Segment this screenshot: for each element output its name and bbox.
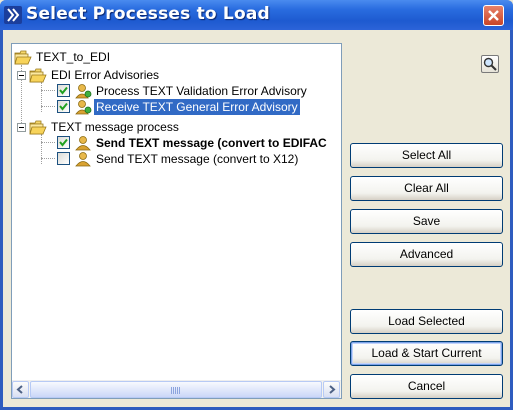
tree-root[interactable]: TEXT_to_EDI — [14, 49, 112, 65]
clear-all-button[interactable]: Clear All — [350, 176, 503, 201]
process-person-icon — [75, 152, 91, 167]
chevron-left-icon — [16, 385, 23, 394]
tree-connector — [41, 134, 42, 164]
load-start-current-button[interactable]: Load & Start Current — [350, 341, 503, 366]
select-all-button[interactable]: Select All — [350, 143, 503, 168]
magnifier-icon — [483, 57, 497, 71]
process-checkbox[interactable] — [57, 136, 70, 149]
checkmark-icon — [59, 86, 68, 95]
scroll-right-button[interactable] — [323, 381, 340, 398]
tree-connector — [41, 142, 55, 143]
tree-connector — [41, 106, 55, 107]
process-checkbox[interactable] — [57, 152, 70, 165]
process-person-icon — [75, 136, 91, 151]
tree-connector — [41, 90, 55, 91]
folder-open-icon — [29, 68, 47, 82]
process-label: Send TEXT message (convert to X12) — [96, 152, 299, 166]
select-processes-dialog: Select Processes to Load TEXT_to_EDI EDI… — [0, 0, 513, 410]
tree-connector — [41, 82, 42, 112]
horizontal-scrollbar[interactable] — [12, 380, 341, 398]
process-label: Send TEXT message (convert to EDIFAC — [96, 136, 327, 150]
save-button[interactable]: Save — [350, 209, 503, 234]
tree-item-send-text-edifact[interactable]: Send TEXT message (convert to EDIFAC — [74, 135, 329, 151]
load-selected-button[interactable]: Load Selected — [350, 309, 503, 334]
process-checkbox[interactable] — [57, 84, 70, 97]
tree-group-label: TEXT message process — [51, 120, 179, 134]
close-button[interactable] — [483, 5, 504, 26]
scroll-thumb[interactable] — [30, 381, 322, 398]
collapse-toggle[interactable] — [17, 71, 26, 80]
advanced-button[interactable]: Advanced — [350, 242, 503, 267]
tree-item-send-text-x12[interactable]: Send TEXT message (convert to X12) — [74, 151, 300, 167]
process-tree[interactable]: TEXT_to_EDI EDI Error Advisories Process… — [11, 43, 342, 399]
tree-connector — [41, 158, 55, 159]
folder-open-icon — [14, 50, 32, 64]
checkmark-icon — [59, 102, 68, 111]
folder-open-icon — [29, 120, 47, 134]
tree-group-edi-error-advisories[interactable]: EDI Error Advisories — [29, 67, 161, 83]
process-gear-icon — [75, 100, 92, 115]
tree-root-label: TEXT_to_EDI — [36, 50, 111, 64]
double-chevron-icon — [4, 6, 22, 24]
process-checkbox[interactable] — [57, 100, 70, 113]
zoom-button[interactable] — [481, 55, 499, 73]
window-title: Select Processes to Load — [26, 4, 270, 24]
tree-group-label: EDI Error Advisories — [51, 68, 160, 82]
tree-item-process-text-validation[interactable]: Process TEXT Validation Error Advisory — [74, 83, 309, 99]
process-label: Receive TEXT General Error Advisory — [94, 99, 300, 115]
process-gear-icon — [75, 84, 92, 99]
chevron-right-icon — [329, 385, 336, 394]
tree-item-receive-text-general[interactable]: Receive TEXT General Error Advisory — [74, 99, 300, 115]
scroll-left-button[interactable] — [12, 381, 29, 398]
cancel-button[interactable]: Cancel — [350, 374, 503, 399]
process-label: Process TEXT Validation Error Advisory — [96, 84, 307, 98]
close-icon — [488, 10, 499, 21]
checkmark-icon — [59, 138, 68, 147]
tree-group-text-message-process[interactable]: TEXT message process — [29, 119, 181, 135]
title-bar[interactable]: Select Processes to Load — [0, 0, 513, 30]
collapse-toggle[interactable] — [17, 123, 26, 132]
grip-icon — [171, 387, 181, 394]
